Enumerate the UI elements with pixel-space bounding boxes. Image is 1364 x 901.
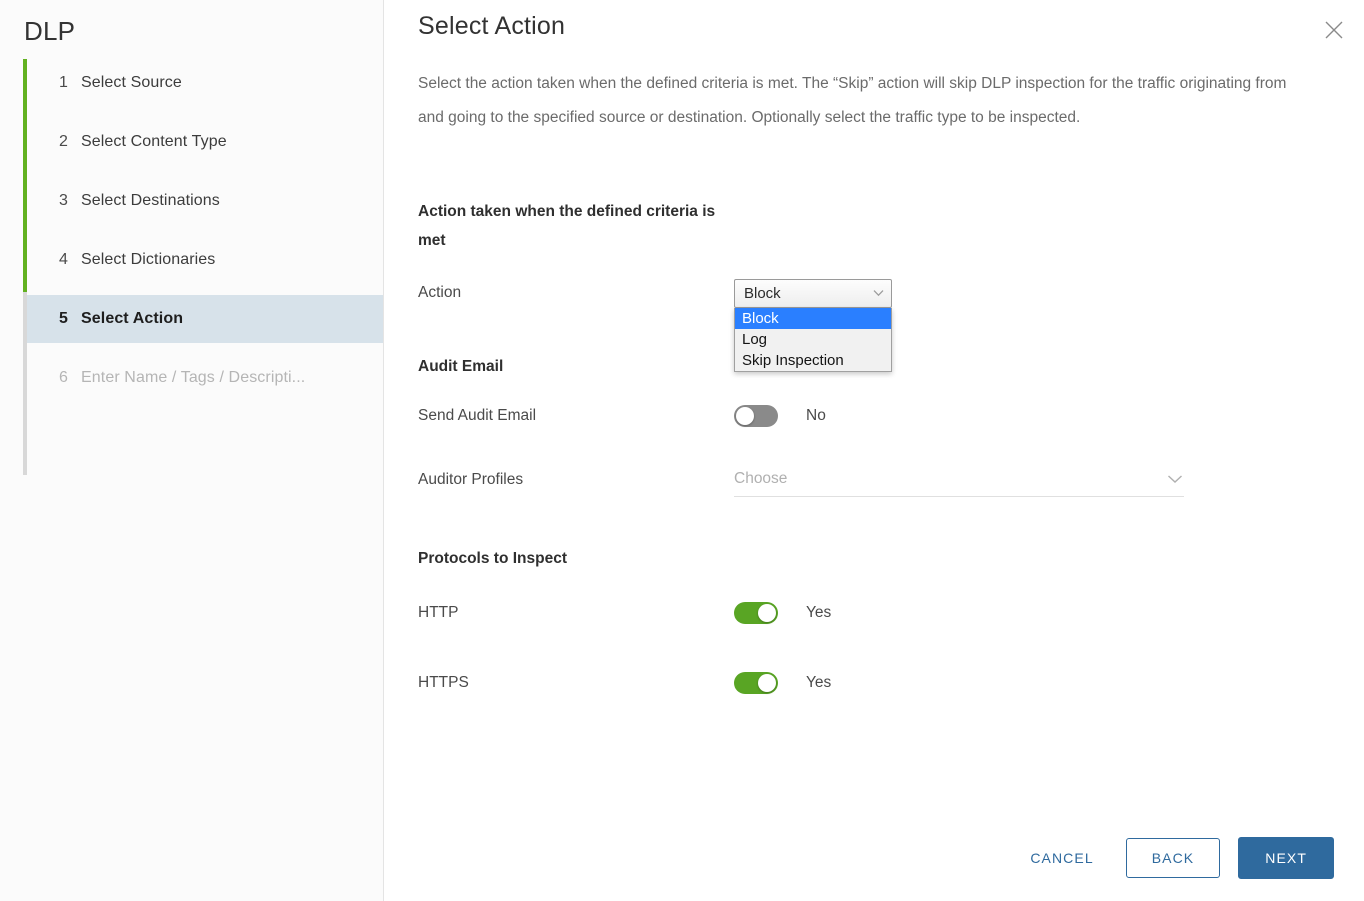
http-state: Yes [806,604,832,621]
http-toggle[interactable] [734,602,778,624]
action-form: Action taken when the defined criteria i… [384,197,1364,700]
sidebar-step-select-content-type[interactable]: 2 Select Content Type [27,118,383,166]
action-field-label: Action [418,284,462,301]
action-option-log[interactable]: Log [735,329,891,350]
step-label: Select Destinations [81,192,220,210]
http-control: Yes [734,602,1364,624]
action-option-block[interactable]: Block [735,307,891,329]
sidebar-step-select-dictionaries[interactable]: 4 Select Dictionaries [27,236,383,284]
back-button[interactable]: BACK [1125,838,1221,878]
page-title: Select Action [418,12,566,40]
step-spacer [0,343,383,354]
step-number: 4 [59,251,68,269]
step-label: Enter Name / Tags / Descripti... [81,369,306,387]
action-select[interactable]: Block [734,278,892,308]
section-heading-action: Action taken when the defined criteria i… [418,203,716,249]
https-label: HTTPS [418,674,469,691]
step-label: Select Action [81,310,184,328]
page-description: Select the action taken when the defined… [418,75,1287,126]
auditor-profiles-label: Auditor Profiles [418,470,524,488]
step-spacer [0,107,383,118]
step-number: 2 [59,133,68,151]
wizard-step-list: 1 Select Source 2 Select Content Type 3 … [0,59,383,476]
section-heading-audit-email: Audit Email [418,358,504,375]
send-audit-email-label: Send Audit Email [418,407,537,424]
step-label: Select Source [81,74,182,92]
field-row-send-audit-email: Send Audit Email No [418,399,1364,433]
cancel-button[interactable]: CANCEL [1016,840,1107,876]
dlp-wizard: DLP 1 Select Source 2 Select Content Typ… [0,0,1364,901]
field-row-https: HTTPS Yes [418,666,1364,700]
sidebar-step-select-action[interactable]: 5 Select Action [27,295,383,344]
toggle-knob [736,407,754,425]
send-audit-email-state: No [806,407,826,424]
section-heading-protocols-to-inspect: Protocols to Inspect [418,550,567,567]
step-number: 5 [59,310,68,328]
auditor-profiles-select[interactable]: Choose [734,462,1184,497]
step-spacer [0,166,383,177]
field-row-auditor-profiles: Auditor Profiles Choose [418,462,1364,497]
http-label: HTTP [418,604,459,621]
sidebar-step-select-source[interactable]: 1 Select Source [27,59,383,107]
send-audit-email-toggle[interactable] [734,405,778,427]
step-number: 3 [59,192,68,210]
action-select-value: Block [744,284,781,302]
toggle-knob [758,674,776,692]
action-option-skip-inspection[interactable]: Skip Inspection [735,350,891,371]
close-icon [1325,21,1343,39]
field-row-http: HTTP Yes [418,596,1364,630]
https-state: Yes [806,674,832,691]
field-row-action: Action Block Block Log Skip Inspection [418,276,1364,372]
https-toggle[interactable] [734,672,778,694]
step-label: Select Dictionaries [81,251,216,269]
wizard-main-panel: Select Action Select the action taken wh… [384,0,1364,901]
close-button[interactable] [1318,14,1350,46]
action-select-options[interactable]: Block Log Skip Inspection [734,307,892,372]
chevron-down-icon [1166,474,1184,484]
https-control: Yes [734,672,1364,694]
action-field-control: Block Block Log Skip Inspection [734,278,1364,372]
wizard-footer: CANCEL BACK NEXT [384,815,1364,901]
step-number: 1 [59,74,68,92]
auditor-profiles-placeholder: Choose [734,470,788,487]
wizard-sidebar: DLP 1 Select Source 2 Select Content Typ… [0,0,384,901]
send-audit-email-control: No [734,405,1364,427]
next-button[interactable]: NEXT [1238,837,1334,879]
sidebar-step-select-destinations[interactable]: 3 Select Destinations [27,177,383,225]
toggle-knob [758,604,776,622]
auditor-profiles-control: Choose [734,462,1364,497]
sidebar-step-enter-name-tags-description: 6 Enter Name / Tags / Descripti... [27,354,383,402]
step-spacer [0,225,383,236]
step-number: 6 [59,369,68,387]
action-select-wrapper: Block Block Log Skip Inspection [734,278,892,372]
step-label: Select Content Type [81,133,227,151]
chevron-down-icon [871,286,885,300]
step-spacer [0,284,383,295]
app-title: DLP [24,16,76,46]
